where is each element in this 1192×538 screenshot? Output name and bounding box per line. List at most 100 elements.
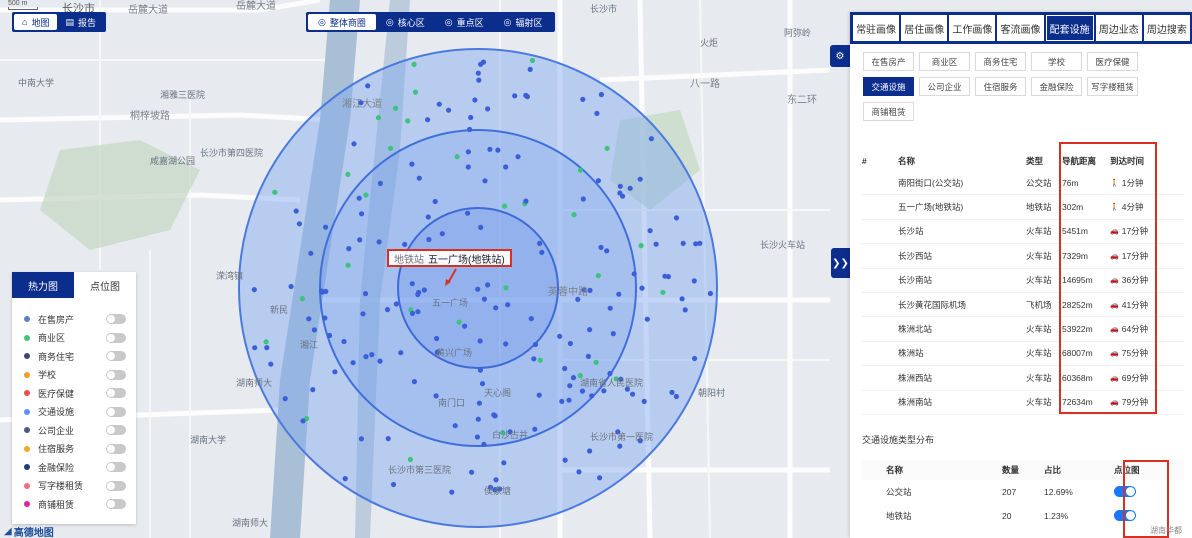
facility-name: 株洲北站 (898, 324, 933, 335)
poi-dot (360, 311, 366, 317)
poi-dot (327, 332, 333, 339)
poi-dot (617, 443, 623, 449)
report-view-button[interactable]: ▤ 报告 (57, 14, 104, 30)
poi-dot (692, 355, 698, 362)
poi-dot (350, 360, 356, 366)
poi-dot (358, 436, 364, 442)
table-row[interactable]: 株洲南站 火车站 72634m 🚗 79分钟 (862, 391, 1184, 415)
table-row[interactable]: 长沙黄花国际机场 飞机场 28252m 🚗 41分钟 (862, 293, 1184, 318)
layer-toggle[interactable] (106, 499, 126, 510)
layer-toggle[interactable] (106, 369, 126, 380)
table-row[interactable]: 长沙南站 火车站 14695m 🚗 36分钟 (862, 269, 1184, 293)
poi-dot (537, 240, 543, 246)
poi-dot (319, 288, 325, 294)
category-button[interactable]: 住宿服务 (975, 77, 1026, 96)
analysis-tab[interactable]: 工作画像 (949, 15, 996, 41)
analysis-tab[interactable]: 常驻画像 (853, 15, 900, 41)
table-row[interactable]: 五一广场(地铁站) 地铁站 302m 🚶 4分钟 (862, 195, 1184, 220)
analysis-tab[interactable]: 居住画像 (901, 15, 948, 41)
tab-pointmap[interactable]: 点位图 (74, 272, 136, 298)
walk-icon: 🚶 (1110, 179, 1119, 187)
layer-toggle[interactable] (106, 314, 126, 325)
category-button[interactable]: 商铺租赁 (863, 102, 914, 121)
category-button[interactable]: 在售房产 (863, 52, 914, 71)
facility-distance: 28252m (1062, 299, 1093, 310)
poi-dot (707, 290, 714, 297)
table-row[interactable]: 株洲北站 火车站 53922m 🚗 64分钟 (862, 317, 1184, 342)
analysis-tab[interactable]: 周边业态 (1095, 15, 1142, 41)
layer-toggle[interactable] (106, 443, 126, 454)
poi-dot (341, 338, 347, 345)
map-label: 天心阁 (484, 388, 512, 398)
tab-overall-area[interactable]: ◎ 整体商圈 (308, 14, 376, 30)
collapse-panel-button[interactable]: ❯❯ (831, 248, 850, 278)
point-layer-toggle[interactable] (1114, 485, 1136, 497)
map-label: 东二环 (787, 95, 817, 106)
category-button[interactable]: 商业区 (919, 52, 970, 71)
map-view-button[interactable]: ⌂ 地图 (14, 14, 58, 30)
facility-distance: 76m (1062, 177, 1079, 188)
category-button[interactable]: 交通设施 (863, 77, 914, 96)
poi-dot (411, 61, 417, 67)
category-button[interactable]: 写字楼租赁 (1087, 77, 1138, 96)
poi-dot (660, 289, 666, 295)
table-row[interactable]: 长沙站 火车站 5451m 🚗 17分钟 (862, 220, 1184, 245)
layer-toggle[interactable] (106, 406, 126, 417)
map-label: 溁湾镇 (216, 271, 244, 281)
analysis-tab[interactable]: 配套设施 (1045, 15, 1094, 41)
layer-toggle[interactable] (106, 351, 126, 362)
poi-dot (607, 370, 613, 377)
layer-toggle[interactable] (106, 480, 126, 491)
poi-dot (469, 469, 475, 475)
table-row[interactable]: 长沙西站 火车站 7329m 🚗 17分钟 (862, 244, 1184, 269)
poi-dot (566, 397, 572, 403)
poi-dot (607, 305, 613, 311)
legend-item: 写字楼租赁 (24, 477, 126, 496)
poi-dot (472, 97, 478, 103)
table-row[interactable]: 株洲站 火车站 68007m 🚗 75分钟 (862, 342, 1184, 367)
poi-dot (617, 183, 623, 189)
category-button[interactable]: 医疗保健 (1087, 52, 1138, 71)
layer-toggle[interactable] (106, 332, 126, 343)
poi-dot (479, 381, 486, 387)
map-label: 火炬 (700, 38, 719, 48)
legend-item: 金融保险 (24, 458, 126, 477)
category-button[interactable]: 学校 (1031, 52, 1082, 71)
poi-dot (493, 477, 499, 483)
legend-item-label: 商铺租赁 (38, 499, 75, 510)
layer-toggle[interactable] (106, 388, 126, 399)
category-button[interactable]: 商务住宅 (975, 52, 1026, 71)
layer-toggle[interactable] (106, 462, 126, 473)
category-button[interactable]: 金融保险 (1031, 77, 1082, 96)
car-icon: 🚗 (1110, 399, 1119, 407)
table-row[interactable]: 南阳街口(公交站) 公交站 76m 🚶 1分钟 (862, 171, 1184, 196)
poi-dot (492, 413, 498, 419)
map-label: 岳麓大道 (236, 1, 276, 12)
poi-dot (601, 388, 607, 394)
legend-item: 交通设施 (24, 403, 126, 422)
poi-dot (425, 117, 431, 123)
settings-button[interactable]: ⚙ (830, 45, 850, 67)
tab-heatmap[interactable]: 热力图 (12, 272, 74, 298)
tab-core-area[interactable]: ◎ 核心区 (376, 14, 435, 30)
point-layer-toggle[interactable] (1114, 509, 1136, 521)
tab-radiation-area[interactable]: ◎ 辐射区 (494, 14, 553, 30)
analysis-tab[interactable]: 客流画像 (997, 15, 1044, 41)
poi-dot (409, 281, 415, 287)
poi-dot (375, 115, 381, 121)
poi-dot (299, 296, 305, 302)
map-label: 长沙火车站 (760, 240, 806, 250)
analysis-tab[interactable]: 周边搜索 (1143, 15, 1190, 41)
tab-key-area[interactable]: ◎ 重点区 (435, 14, 494, 30)
poi-dot (503, 164, 509, 170)
scale-bar (8, 7, 38, 10)
map-label: 白沙古井 (492, 430, 529, 440)
target-location-label[interactable]: 地铁站 五一广场(地铁站) (387, 249, 512, 267)
poi-dot (627, 185, 633, 191)
poi-dot (512, 93, 518, 99)
report-icon: ▤ (65, 16, 74, 27)
layer-toggle[interactable] (106, 425, 126, 436)
table-row[interactable]: 株洲西站 火车站 60368m 🚗 69分钟 (862, 366, 1184, 391)
category-button[interactable]: 公司企业 (919, 77, 970, 96)
poi-dot (503, 285, 509, 291)
